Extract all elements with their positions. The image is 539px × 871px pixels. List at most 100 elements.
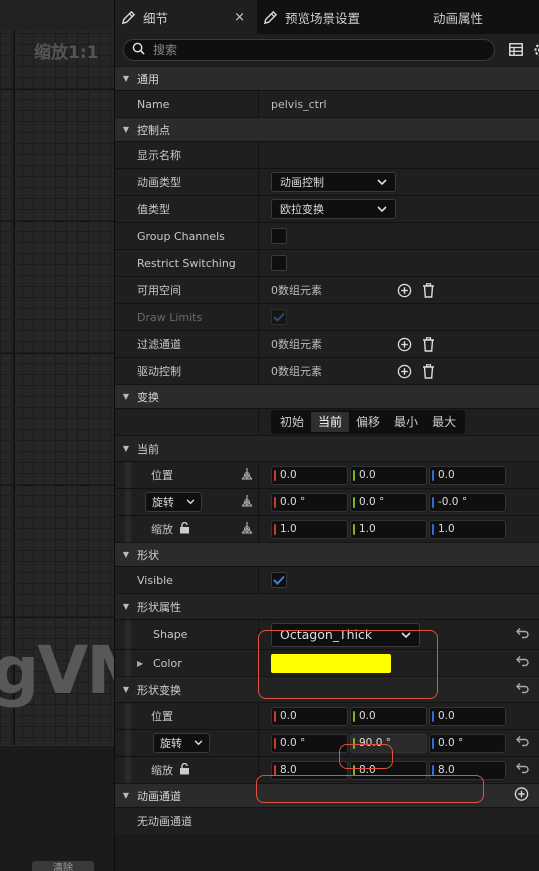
lock-icon[interactable] <box>179 762 190 778</box>
trash-icon[interactable] <box>422 282 435 298</box>
shape-rotation-y-field[interactable]: 90.0 ° <box>350 733 427 753</box>
subcategory-title: 形状变换 <box>137 683 181 697</box>
chevron-down-icon <box>377 203 387 216</box>
space-gizmo-icon[interactable] <box>240 494 254 511</box>
shape-scale-row: 缩放 8.0 8.0 8.0 <box>115 756 539 783</box>
property-row-shape: Shape Octagon_Thick <box>115 619 539 649</box>
reset-to-default-icon[interactable] <box>516 627 529 642</box>
subcategory-current[interactable]: ▼ 当前 <box>115 435 539 461</box>
space-gizmo-icon[interactable] <box>240 521 254 538</box>
color-swatch[interactable] <box>271 653 391 673</box>
display-name-value[interactable] <box>259 142 539 168</box>
chevron-down-icon: ▼ <box>122 685 130 694</box>
reset-to-default-icon[interactable] <box>516 656 529 671</box>
group-channels-checkbox[interactable] <box>271 228 287 244</box>
reset-to-default-icon[interactable] <box>516 682 529 697</box>
scale-x-field[interactable]: 1.0 <box>271 519 348 539</box>
trash-icon[interactable] <box>422 336 435 352</box>
category-general[interactable]: ▼ 通用 <box>115 66 539 90</box>
subcategory-shape-transform[interactable]: ▼ 形状变换 <box>115 676 539 702</box>
shape-dropdown[interactable]: Octagon_Thick <box>271 622 420 647</box>
property-label: 可用空间 <box>115 277 259 303</box>
category-shape[interactable]: ▼ 形状 <box>115 542 539 566</box>
add-element-icon[interactable] <box>397 283 412 298</box>
location-z-field[interactable]: 0.0 <box>429 465 506 485</box>
search-input[interactable] <box>153 43 453 57</box>
pencil-icon <box>121 9 137 25</box>
scale-y-field[interactable]: 1.0 <box>350 519 427 539</box>
rotation-y-field[interactable]: 0.0 ° <box>350 492 427 512</box>
mode-current[interactable]: 当前 <box>311 412 350 432</box>
property-label: Color <box>153 656 182 670</box>
mode-min[interactable]: 最小 <box>387 412 425 432</box>
add-element-icon[interactable] <box>397 337 412 352</box>
shape-location-x-field[interactable]: 0.0 <box>271 706 348 726</box>
rotation-order-dropdown[interactable]: 旋转 <box>145 492 202 512</box>
restrict-switching-checkbox[interactable] <box>271 255 287 271</box>
property-row-name: Name pelvis_ctrl <box>115 90 539 117</box>
dropdown-value: Octagon_Thick <box>280 627 373 642</box>
subcategory-shape-properties[interactable]: ▼ 形状属性 <box>115 593 539 619</box>
location-x-field[interactable]: 0.0 <box>271 465 348 485</box>
visible-checkbox[interactable] <box>271 572 287 588</box>
value-type-dropdown[interactable]: 欧拉变换 <box>271 199 396 219</box>
shape-location-row: 位置 0.0 0.0 0.0 <box>115 702 539 729</box>
search-box[interactable] <box>123 39 495 61</box>
table-view-icon[interactable] <box>509 43 523 59</box>
category-transform[interactable]: ▼ 变换 <box>115 384 539 408</box>
category-title: 变换 <box>137 390 159 404</box>
mode-max[interactable]: 最大 <box>425 412 463 432</box>
no-anim-channels-row: 无动画通道 <box>115 807 539 834</box>
current-scale-row: 缩放 1.0 1.0 1.0 <box>115 515 539 542</box>
graph-viewport[interactable]: 缩放1:1 gVM 清除 <box>0 0 114 871</box>
mode-offset[interactable]: 偏移 <box>349 412 387 432</box>
chevron-down-icon: ▼ <box>122 74 130 83</box>
tab-label: 预览场景设置 <box>285 10 361 26</box>
property-label: Name <box>115 91 259 117</box>
shape-scale-z-field[interactable]: 8.0 <box>429 760 506 780</box>
gear-icon[interactable] <box>532 42 539 61</box>
rotation-x-field[interactable]: 0.0 ° <box>271 492 348 512</box>
shape-location-z-field[interactable]: 0.0 <box>429 706 506 726</box>
close-icon[interactable]: × <box>234 10 245 25</box>
property-label: Visible <box>115 567 259 593</box>
clear-button[interactable]: 清除 <box>32 861 94 871</box>
tab-preview-scene-settings[interactable]: 预览场景设置 <box>257 0 417 34</box>
property-row-driven-controls: 驱动控制 0数组元素 <box>115 357 539 384</box>
shape-rotation-z-field[interactable]: 0.0 ° <box>429 733 506 753</box>
shape-location-y-field[interactable]: 0.0 <box>350 706 427 726</box>
shape-rotation-vector: 0.0 ° 90.0 ° 0.0 ° <box>271 733 506 753</box>
empty-message: 无动画通道 <box>137 815 192 828</box>
lock-icon[interactable] <box>179 521 190 537</box>
viewport-header <box>0 0 114 30</box>
reset-to-default-icon[interactable] <box>516 763 529 778</box>
rotation-z-field[interactable]: -0.0 ° <box>429 492 506 512</box>
dropdown-value: 欧拉变换 <box>280 203 324 216</box>
location-y-field[interactable]: 0.0 <box>350 465 427 485</box>
category-control[interactable]: ▼ 控制点 <box>115 117 539 141</box>
scale-z-field[interactable]: 1.0 <box>429 519 506 539</box>
space-gizmo-icon[interactable] <box>240 467 254 484</box>
property-label: 缩放 <box>151 764 173 777</box>
property-label: 显示名称 <box>115 142 259 168</box>
chevron-down-icon <box>377 176 387 189</box>
shape-scale-y-field[interactable]: 8.0 <box>350 760 427 780</box>
add-channel-icon[interactable] <box>514 786 529 805</box>
category-title: 控制点 <box>137 123 170 137</box>
chevron-right-icon[interactable]: ▶ <box>137 659 143 668</box>
rotation-order-dropdown[interactable]: 旋转 <box>153 733 210 753</box>
tab-anim-properties[interactable]: 动画属性 <box>417 0 537 34</box>
tab-details[interactable]: 细节 × <box>115 0 257 34</box>
add-element-icon[interactable] <box>397 364 412 379</box>
subcategory-title: 当前 <box>137 442 159 456</box>
anim-type-dropdown[interactable]: 动画控制 <box>271 172 396 192</box>
chevron-down-icon: ▼ <box>122 791 130 800</box>
mode-initial[interactable]: 初始 <box>273 412 311 432</box>
trash-icon[interactable] <box>422 363 435 379</box>
reset-to-default-icon[interactable] <box>516 736 529 751</box>
shape-rotation-x-field[interactable]: 0.0 ° <box>271 733 348 753</box>
category-anim-channels[interactable]: ▼ 动画通道 <box>115 783 539 807</box>
category-title: 通用 <box>137 72 159 86</box>
property-row-color: ▶ Color <box>115 649 539 676</box>
shape-scale-x-field[interactable]: 8.0 <box>271 760 348 780</box>
